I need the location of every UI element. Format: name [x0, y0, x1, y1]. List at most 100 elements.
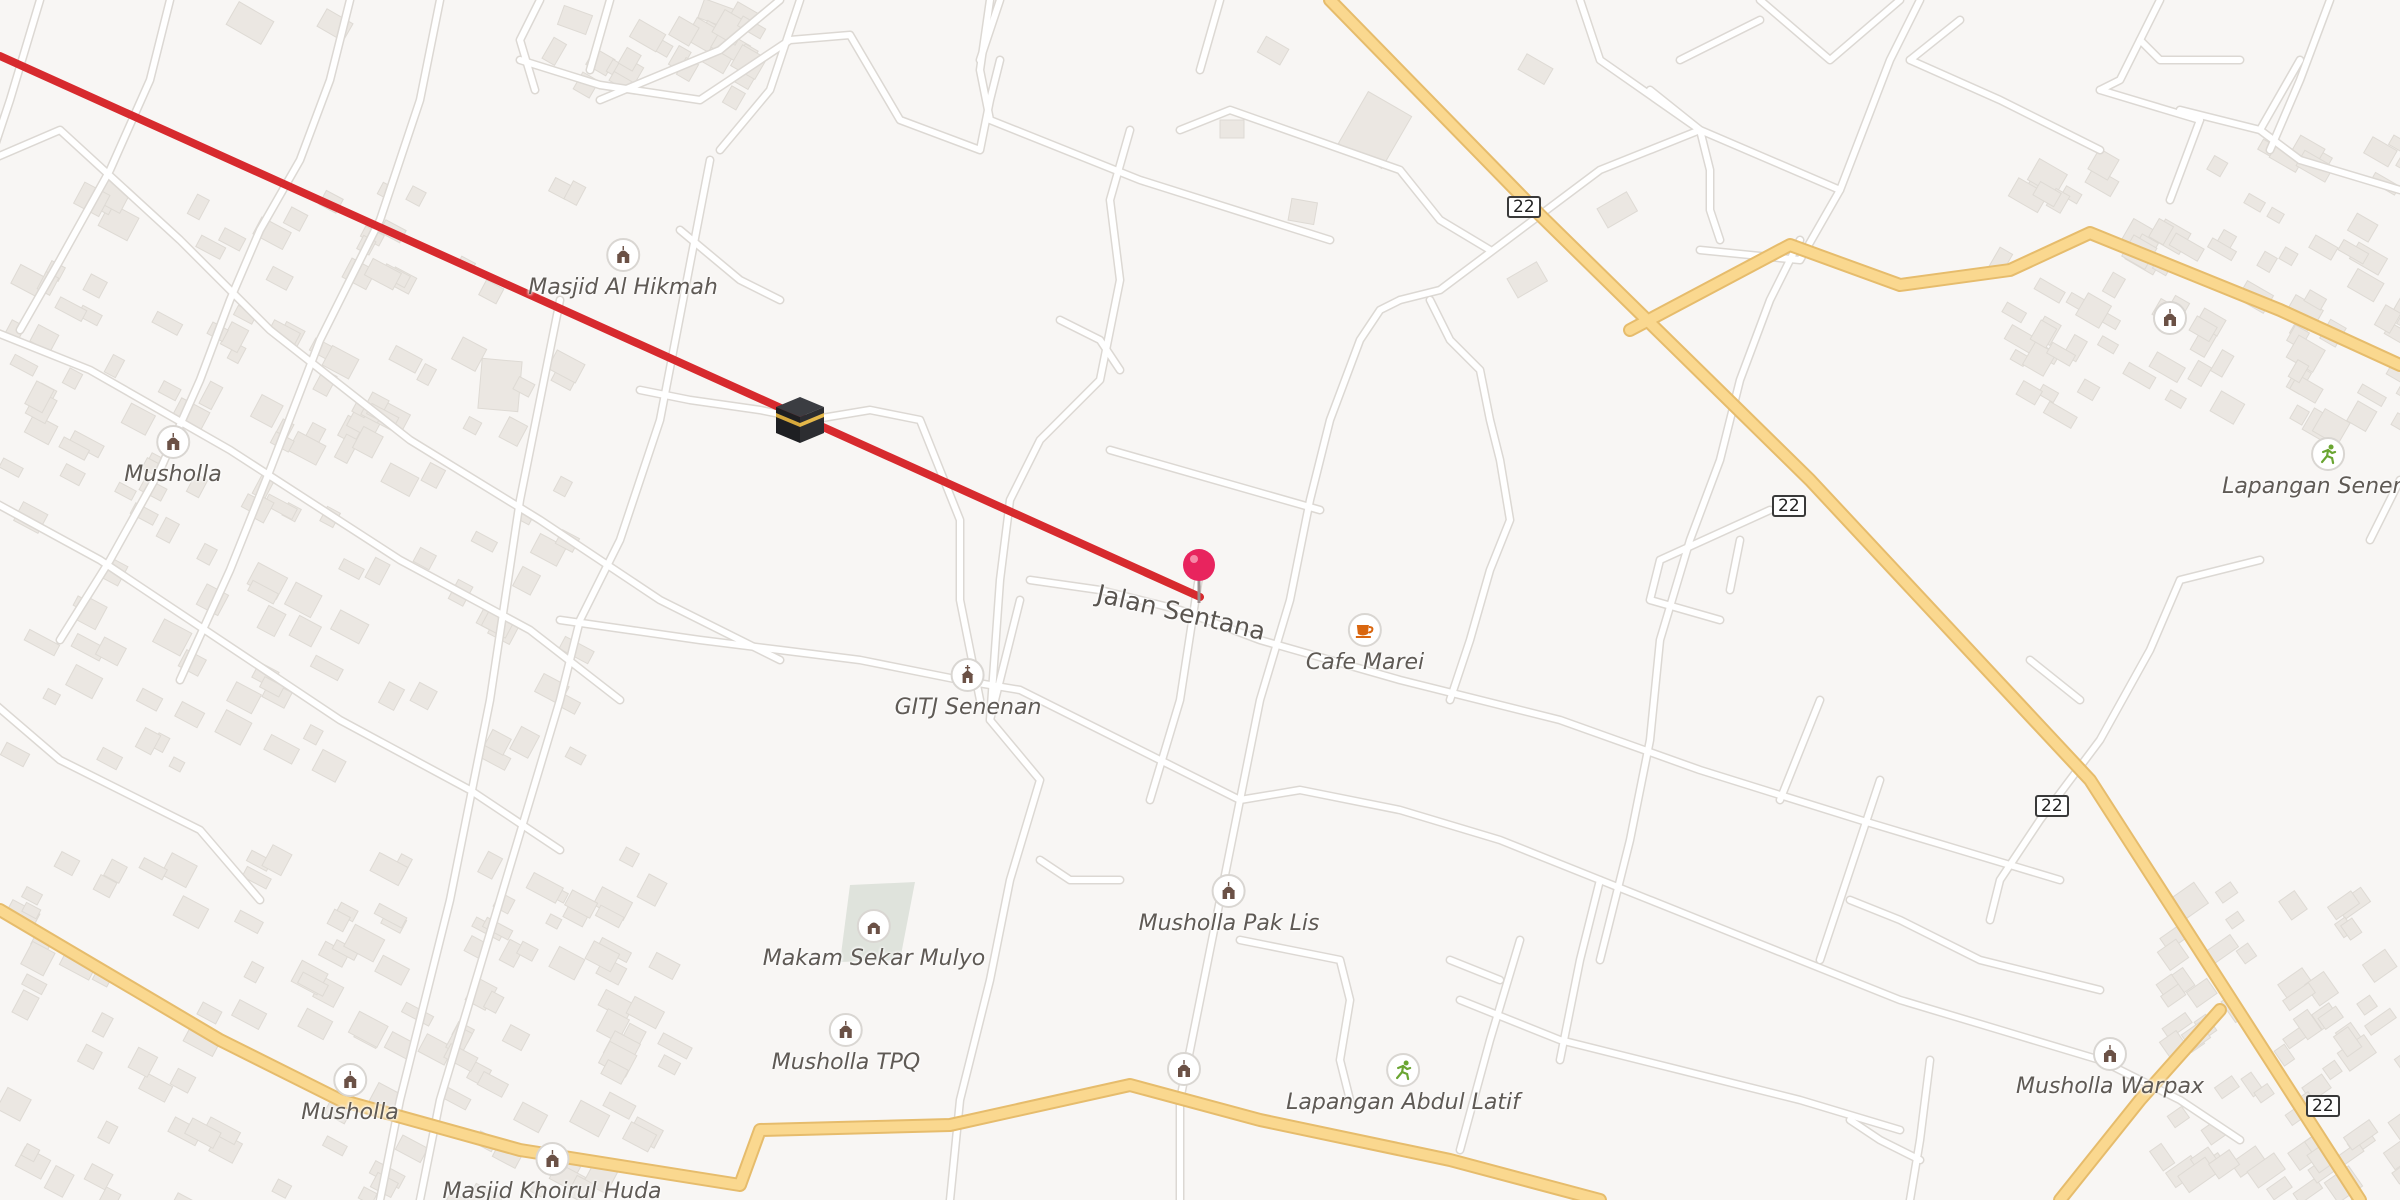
minor-road [2167, 117, 2203, 203]
minor-road [1427, 297, 1513, 703]
building [2235, 942, 2258, 965]
building [2243, 192, 2267, 213]
building [525, 871, 565, 904]
building [151, 310, 184, 337]
building [249, 393, 284, 429]
building [2206, 154, 2229, 178]
building [243, 960, 265, 984]
poi-label: Musholla [301, 1100, 399, 1125]
road-casing [1985, 555, 2265, 925]
road-casing [975, 0, 1335, 245]
location-pin-icon[interactable] [1181, 547, 1217, 605]
building [657, 1032, 693, 1060]
building [134, 726, 162, 756]
minor-road [1907, 57, 2103, 153]
kaaba-icon[interactable] [772, 393, 828, 445]
building [2256, 250, 2278, 274]
building [263, 733, 301, 765]
poi-lapangan-abdul-latif[interactable]: Lapangan Abdul Latif [1286, 1053, 1520, 1115]
building [233, 909, 264, 935]
building [59, 463, 86, 487]
poi-musholla[interactable]: Musholla [124, 425, 222, 487]
building [2361, 948, 2398, 983]
minor-road [1907, 17, 1963, 63]
minor-road [1397, 127, 1703, 303]
poi-musholla-pak-lis[interactable]: Musholla Pak Lis [1138, 874, 1320, 936]
building [138, 856, 168, 881]
building [2209, 349, 2235, 378]
mosque-icon [2153, 301, 2187, 335]
building [636, 873, 668, 907]
building [0, 1086, 32, 1122]
building [138, 1072, 174, 1103]
building [2015, 379, 2044, 406]
road-casing [1395, 125, 1705, 305]
building [309, 654, 344, 682]
building [155, 516, 181, 544]
building [476, 1070, 510, 1098]
poi-makam-sekar-mulyo[interactable]: Makam Sekar Mulyo [763, 909, 985, 971]
building [198, 380, 224, 411]
building [501, 1024, 531, 1052]
building [157, 380, 182, 402]
building [2308, 234, 2339, 261]
building [2346, 400, 2378, 433]
building [2395, 381, 2400, 405]
building [76, 1043, 103, 1071]
minor-road [1457, 997, 1903, 1133]
building [283, 581, 323, 619]
building [394, 1134, 429, 1164]
building [2164, 389, 2187, 410]
building [2346, 212, 2379, 243]
poi-cafe-marei[interactable]: Cafe Marei [1306, 613, 1424, 675]
building [477, 850, 504, 880]
mosque-icon [605, 238, 640, 272]
building [2278, 246, 2299, 267]
poi-label: Musholla Warpax [2015, 1074, 2205, 1099]
building [168, 756, 186, 773]
building [174, 700, 206, 729]
building [43, 1164, 75, 1198]
building [0, 457, 24, 478]
building [2225, 910, 2245, 930]
poi-unnamed-mosque[interactable] [1167, 1052, 1201, 1089]
poi-masjid-al-hikmah[interactable]: Masjid Al Hikmah [528, 238, 718, 300]
poi-lapangan-senenan[interactable]: Lapangan Senenan [2222, 437, 2400, 499]
poi-musholla-warpax[interactable]: Musholla Warpax [2016, 1037, 2204, 1099]
minor-road [1987, 557, 2263, 923]
building [409, 681, 438, 711]
building [648, 951, 681, 981]
building [169, 1067, 197, 1094]
building [2096, 335, 2120, 355]
building [721, 85, 747, 111]
poi-musholla-tpq[interactable]: Musholla TPQ [771, 1013, 921, 1075]
building [0, 741, 31, 768]
building [2214, 881, 2239, 904]
poi-masjid-khoirul-huda[interactable]: Masjid Khoirul Huda [442, 1142, 662, 1200]
poi-unnamed-mosque-2[interactable] [2153, 301, 2187, 338]
building [2213, 1075, 2240, 1100]
building [2101, 271, 2127, 299]
poi-musholla-2[interactable]: Musholla [301, 1063, 399, 1125]
building [2148, 1142, 2176, 1172]
minor-road [1677, 17, 1763, 63]
building [416, 363, 438, 387]
map-canvas[interactable]: Jalan Sentana 22 22 22 22 Masjid Al Hikm… [0, 0, 2400, 1200]
poi-gitj-senenan[interactable]: GITJ Senenan [895, 658, 1041, 720]
building [2166, 1105, 2191, 1129]
building [103, 353, 126, 379]
building [657, 1054, 682, 1076]
building [9, 353, 39, 377]
road-casing [1755, 0, 1905, 65]
minor-road [1107, 447, 1323, 513]
minor-road [1777, 697, 1823, 803]
cafe-icon [1348, 613, 1382, 647]
minor-road [2097, 87, 2203, 123]
building [347, 1010, 389, 1049]
poi-label: Musholla Pak Lis [1138, 911, 1320, 936]
poi-label: Musholla TPQ [771, 1050, 921, 1075]
building [311, 748, 347, 783]
mosque-icon [333, 1063, 367, 1097]
building [135, 687, 164, 712]
building [83, 1163, 114, 1191]
